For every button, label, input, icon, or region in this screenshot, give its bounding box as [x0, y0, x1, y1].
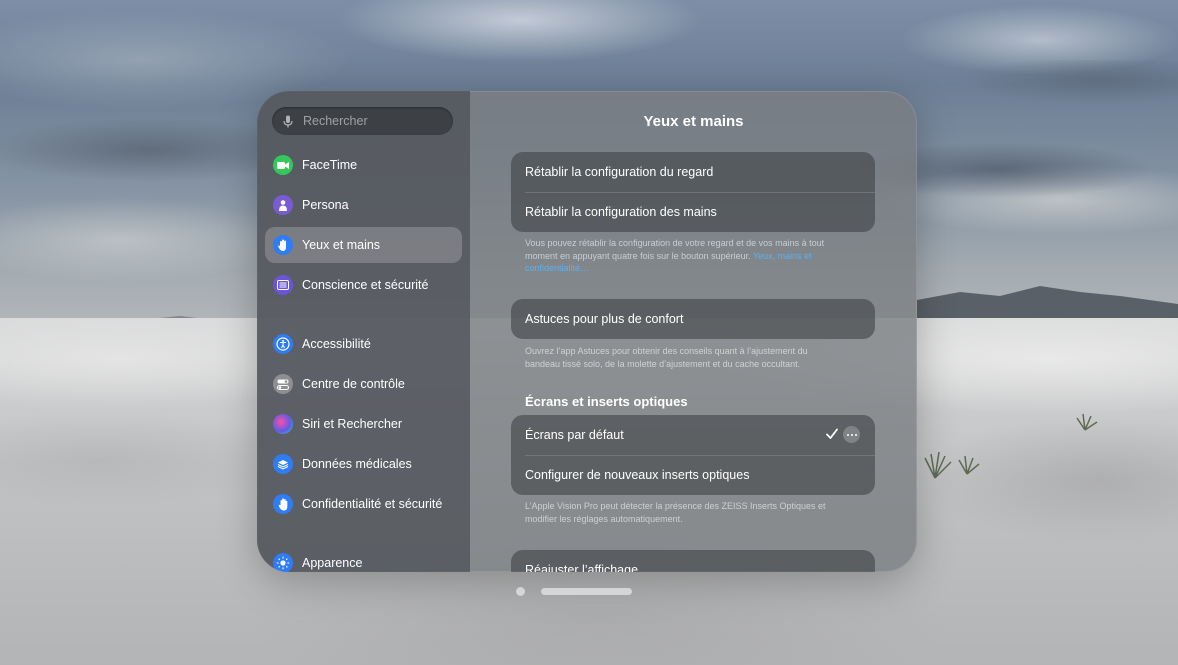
- yucca-plants: [924, 413, 1098, 479]
- sidebar-item-awareness-safety[interactable]: Conscience et sécurité: [265, 267, 462, 303]
- persona-icon: [273, 195, 293, 215]
- configure-optical-inserts-button[interactable]: Configurer de nouveaux inserts optiques: [511, 455, 875, 495]
- row-label: Rétablir la configuration du regard: [525, 165, 714, 179]
- sidebar-item-label: Données médicales: [302, 457, 412, 471]
- sidebar-item-label: Persona: [302, 198, 349, 212]
- sidebar-item-label: Accessibilité: [302, 337, 371, 351]
- tips-footnote: Ouvrez l’app Astuces pour obtenir des co…: [525, 346, 808, 369]
- accessibility-icon: [273, 334, 293, 354]
- sidebar-item-label: Conscience et sécurité: [302, 278, 429, 292]
- row-label: Astuces pour plus de confort: [525, 312, 684, 326]
- sidebar-item-control-center[interactable]: Centre de contrôle: [265, 366, 462, 402]
- reset-group: Rétablir la configuration du regard Réta…: [511, 152, 875, 232]
- sidebar-item-siri[interactable]: Siri et Rechercher: [265, 406, 462, 442]
- sidebar-item-label: Centre de contrôle: [302, 377, 405, 391]
- tips-group: Astuces pour plus de confort: [511, 299, 875, 339]
- sidebar-item-accessibility[interactable]: Accessibilité: [265, 326, 462, 362]
- privacy-hand-icon: [273, 494, 293, 514]
- sidebar-item-label: Confidentialité et sécurité: [302, 497, 443, 511]
- siri-icon: [273, 414, 293, 434]
- sidebar-item-eyes-and-hands[interactable]: Yeux et mains: [265, 227, 462, 263]
- control-center-icon: [273, 374, 293, 394]
- facetime-icon: [273, 155, 293, 175]
- reset-footnote: Vous pouvez rétablir la configuration de…: [525, 237, 830, 275]
- sidebar-item-appearance[interactable]: Apparence: [265, 545, 462, 572]
- awareness-icon: [273, 275, 293, 295]
- display-group: Réajuster l’affichage: [511, 550, 875, 572]
- optics-group: Écrans par défaut Configurer de nouveaux…: [511, 415, 875, 495]
- optics-footnote: L’Apple Vision Pro peut détecter la prés…: [525, 501, 826, 524]
- microphone-icon[interactable]: [281, 114, 295, 128]
- optics-section-header: Écrans et inserts optiques: [525, 394, 688, 409]
- sidebar-item-health-data[interactable]: Données médicales: [265, 446, 462, 482]
- comfort-tips-button[interactable]: Astuces pour plus de confort: [511, 299, 875, 339]
- search-field[interactable]: [272, 107, 453, 135]
- main-pane: Yeux et mains Rétablir la configuration …: [470, 91, 917, 572]
- row-label: Écrans par défaut: [525, 428, 624, 442]
- row-label: Rétablir la configuration des mains: [525, 205, 717, 219]
- appearance-icon: [273, 553, 293, 572]
- sidebar-item-label: Siri et Rechercher: [302, 417, 403, 431]
- reset-eye-setup-button[interactable]: Rétablir la configuration du regard: [511, 152, 875, 192]
- default-displays-row[interactable]: Écrans par défaut: [511, 415, 875, 455]
- readjust-display-button[interactable]: Réajuster l’affichage: [511, 550, 875, 572]
- checkmark-icon: [825, 427, 839, 441]
- reset-hand-setup-button[interactable]: Rétablir la configuration des mains: [511, 192, 875, 232]
- sidebar-item-label: FaceTime: [302, 158, 358, 172]
- page-title: Yeux et mains: [643, 113, 744, 130]
- search-input[interactable]: [301, 113, 445, 129]
- row-label: Réajuster l’affichage: [525, 563, 639, 572]
- sidebar-item-facetime[interactable]: FaceTime: [265, 147, 462, 183]
- health-data-icon: [273, 454, 293, 474]
- sidebar-item-label: Yeux et mains: [302, 238, 381, 252]
- row-label: Configurer de nouveaux inserts optiques: [525, 468, 750, 482]
- sidebar-item-label: Apparence: [302, 556, 363, 570]
- more-options-button[interactable]: [843, 426, 860, 443]
- hand-eye-icon: [273, 235, 293, 255]
- settings-window: FaceTime Persona Yeux et mains Conscienc…: [257, 91, 917, 572]
- sidebar-item-persona[interactable]: Persona: [265, 187, 462, 223]
- sidebar: FaceTime Persona Yeux et mains Conscienc…: [257, 91, 470, 572]
- close-window-dot[interactable]: [516, 587, 525, 596]
- window-bar[interactable]: [541, 588, 632, 595]
- sidebar-item-privacy-security[interactable]: Confidentialité et sécurité: [265, 486, 462, 522]
